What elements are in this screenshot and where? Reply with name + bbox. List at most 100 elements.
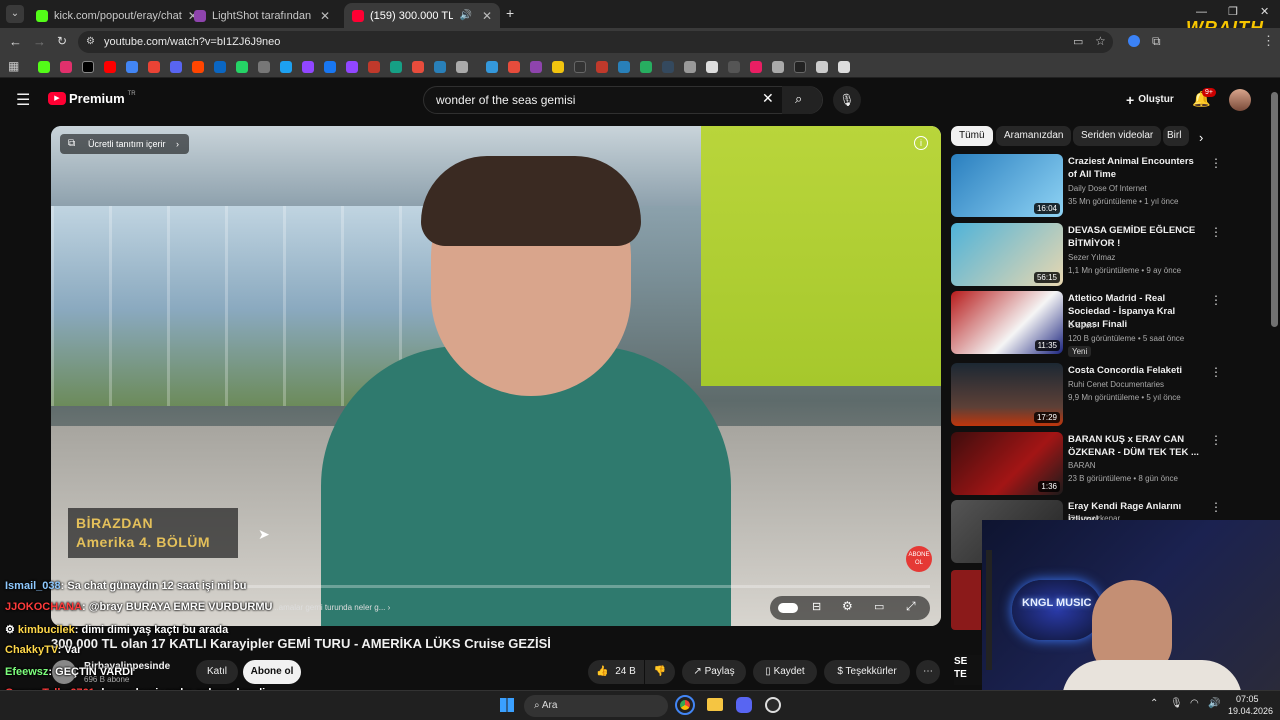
bookmark-icon[interactable] — [390, 61, 402, 73]
create-button[interactable]: + Oluştur — [1118, 88, 1182, 112]
like-button[interactable]: 👍 24 B — [588, 660, 644, 684]
save-button[interactable]: ▯ Kaydet — [753, 660, 817, 684]
microphone-tray-icon[interactable]: 🎙 — [1170, 698, 1183, 709]
site-info-icon[interactable]: ⚙ — [86, 36, 95, 47]
bookmark-icon[interactable] — [574, 61, 586, 73]
bookmark-icon[interactable] — [346, 61, 358, 73]
chip-more[interactable]: Birl — [1163, 126, 1189, 146]
chapter-label[interactable]: ...amalar gemi turunda neler g... › — [272, 603, 390, 612]
video-card-title[interactable]: Costa Concordia Felaketi — [1068, 364, 1204, 377]
clock-time[interactable]: 07:05 — [1236, 694, 1259, 704]
bookmark-icon[interactable] — [368, 61, 380, 73]
bookmark-icon[interactable] — [684, 61, 696, 73]
miniplayer-icon[interactable]: ▭ — [874, 600, 884, 613]
back-icon[interactable]: ← — [9, 34, 22, 49]
video-thumbnail[interactable] — [951, 570, 981, 630]
wifi-icon[interactable]: ◠ — [1190, 698, 1199, 709]
windows-start-icon[interactable] — [500, 698, 514, 712]
cast-icon[interactable]: ▭ — [1073, 35, 1083, 48]
bookmark-icon[interactable] — [236, 61, 248, 73]
bookmark-icon[interactable] — [486, 61, 498, 73]
info-icon[interactable]: i — [914, 136, 928, 150]
url-field[interactable]: youtube.com/watch?v=bI1ZJ6J9neo — [78, 31, 1113, 53]
dislike-button[interactable]: 👎 — [645, 660, 675, 684]
video-card-channel[interactable]: Daily Dose Of Internet — [1068, 184, 1147, 193]
bookmark-icon[interactable] — [618, 61, 630, 73]
close-tab-icon[interactable]: ✕ — [320, 9, 330, 23]
share-button[interactable]: ↗ Paylaş — [682, 660, 746, 684]
bookmark-icon[interactable] — [148, 61, 160, 73]
bookmark-icon[interactable] — [772, 61, 784, 73]
card-menu-icon[interactable]: ⋮ — [1210, 433, 1222, 447]
extension-icon[interactable] — [1128, 35, 1140, 47]
join-button[interactable]: Katıl — [196, 660, 238, 684]
speaker-icon[interactable]: 🔊 — [459, 10, 471, 21]
close-window-button[interactable]: ✕ — [1260, 5, 1269, 18]
bookmark-icon[interactable] — [412, 61, 424, 73]
card-menu-icon[interactable]: ⋮ — [1210, 225, 1222, 239]
voice-search-button[interactable]: 🎙 — [833, 86, 861, 114]
card-menu-icon[interactable]: ⋮ — [1210, 365, 1222, 379]
tab-list-dropdown[interactable]: ⌄ — [6, 5, 24, 23]
autoplay-toggle[interactable] — [778, 603, 798, 613]
tab-youtube[interactable]: (159) 300.000 TL olan 17 K 🔊 ✕ — [344, 3, 500, 28]
bookmark-icon[interactable] — [728, 61, 740, 73]
bookmark-icon[interactable] — [302, 61, 314, 73]
search-button[interactable]: ⌕ — [782, 86, 822, 114]
forward-icon[interactable]: → — [33, 34, 46, 49]
bookmark-icon[interactable] — [552, 61, 564, 73]
more-actions-button[interactable]: ⋯ — [916, 660, 940, 684]
bookmark-icon[interactable] — [662, 61, 674, 73]
paid-promotion-badge[interactable]: ⧉ Ücretli tanıtım içerir › — [60, 134, 190, 154]
chip-all[interactable]: Tümü — [951, 126, 993, 146]
bookmark-icon[interactable] — [104, 61, 116, 73]
bookmark-icon[interactable] — [816, 61, 828, 73]
video-thumbnail[interactable]: 11:35 — [951, 291, 1063, 354]
settings-gear-icon[interactable]: ⚙ — [842, 599, 853, 613]
tab-lightshot[interactable]: LightShot tarafından Ekran Gör ✕ — [186, 3, 338, 28]
taskbar-search[interactable]: ⌕ Ara — [524, 695, 668, 717]
apps-grid-icon[interactable]: ▦ — [8, 59, 19, 73]
avatar[interactable] — [1229, 89, 1251, 111]
bookmark-icon[interactable] — [60, 61, 72, 73]
video-card-title[interactable]: Craziest Animal Encounters of All Time — [1068, 155, 1204, 181]
extensions-puzzle-icon[interactable]: ⧉ — [1152, 34, 1161, 49]
bookmark-icon[interactable] — [456, 61, 468, 73]
video-card-channel[interactable]: S Sport — [1068, 321, 1095, 330]
bookmark-icon[interactable] — [434, 61, 446, 73]
video-card-channel[interactable]: Ruhi Cenet Documentaries — [1068, 380, 1164, 389]
video-card-title[interactable]: BARAN KUŞ x ERAY CAN ÖZKENAR - DÜM TEK T… — [1068, 433, 1204, 459]
bookmark-icon[interactable] — [126, 61, 138, 73]
subscribe-button[interactable]: Abone ol — [243, 660, 301, 684]
video-thumbnail[interactable]: 16:04 — [951, 154, 1063, 217]
subscribe-watermark[interactable]: ABONE OL — [906, 546, 932, 572]
menu-kebab-icon[interactable]: ⋮ — [1262, 33, 1275, 49]
chevron-right-icon[interactable]: › — [1199, 130, 1203, 145]
minimize-window-button[interactable]: — — [1196, 6, 1207, 18]
video-card-channel[interactable]: Sezer Yılmaz — [1068, 253, 1115, 262]
hamburger-menu-icon[interactable]: ☰ — [16, 90, 30, 110]
bookmark-star-icon[interactable]: ☆ — [1095, 34, 1106, 48]
bookmark-icon[interactable] — [280, 61, 292, 73]
bookmark-icon[interactable] — [508, 61, 520, 73]
restore-window-button[interactable]: ❐ — [1228, 5, 1238, 18]
bookmark-icon[interactable] — [596, 61, 608, 73]
bookmark-icon[interactable] — [794, 61, 806, 73]
video-thumbnail[interactable]: 56:15 — [951, 223, 1063, 286]
new-tab-button[interactable]: + — [506, 5, 514, 21]
folder-taskbar-icon[interactable] — [707, 698, 723, 711]
tab-kick-chat[interactable]: kick.com/popout/eray/chat ✕ — [28, 3, 198, 28]
notifications-button[interactable]: 🔔 9+ — [1192, 88, 1216, 108]
video-thumbnail[interactable]: 17:29 — [951, 363, 1063, 426]
tray-chevron-icon[interactable]: ⌃ — [1150, 698, 1158, 709]
bookmark-icon[interactable] — [82, 61, 94, 73]
chrome-taskbar-icon[interactable] — [675, 695, 695, 715]
bookmark-icon[interactable] — [530, 61, 542, 73]
bookmark-icon[interactable] — [170, 61, 182, 73]
video-card-title[interactable]: DEVASA GEMİDE EĞLENCE BİTMİYOR ! — [1068, 224, 1204, 250]
fullscreen-icon[interactable]: ⤢ — [906, 599, 916, 614]
reload-icon[interactable]: ↻ — [57, 34, 67, 48]
bookmark-icon[interactable] — [192, 61, 204, 73]
card-menu-icon[interactable]: ⋮ — [1210, 156, 1222, 170]
bookmark-icon[interactable] — [750, 61, 762, 73]
